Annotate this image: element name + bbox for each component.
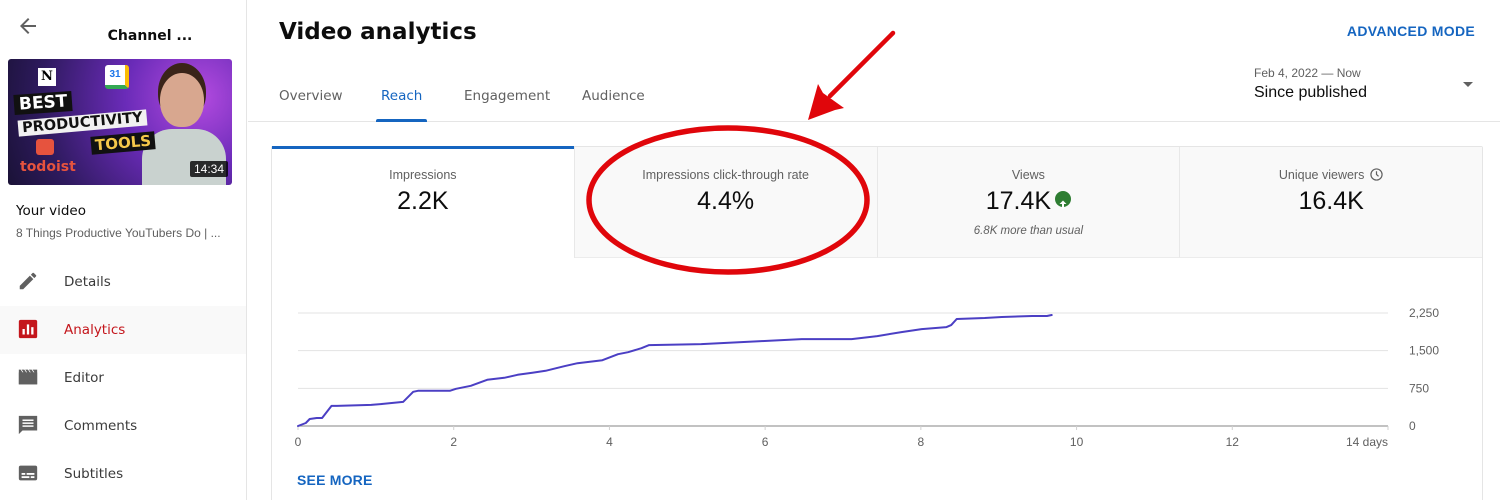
y-tick-label: 1,500 [1409, 344, 1439, 358]
impressions-line-chart: 0 750 1,500 2,250 0 2 4 6 8 10 12 14 days [295, 306, 1440, 449]
date-range-dates: Feb 4, 2022 — Now [1254, 66, 1361, 80]
calendar-logo: 31 [105, 65, 129, 89]
trend-up-icon [1055, 191, 1072, 210]
analytics-icon [18, 319, 38, 339]
x-tick-label: 8 [918, 435, 925, 449]
metric-ctr[interactable]: Impressions click-through rate 4.4% [574, 147, 878, 258]
advanced-mode-button[interactable]: ADVANCED MODE [1347, 23, 1475, 39]
comment-icon [18, 415, 38, 435]
page-title: Video analytics [279, 19, 477, 45]
metric-impressions[interactable]: Impressions 2.2K [272, 146, 575, 258]
sidebar-item-details[interactable]: Details [0, 258, 246, 306]
metric-label: Impressions click-through rate [642, 168, 809, 182]
metric-unique-viewers[interactable]: Unique viewers 16.4K [1180, 147, 1482, 258]
x-tick-label: 2 [450, 435, 457, 449]
x-tick-label: 10 [1070, 435, 1084, 449]
tab-engagement[interactable]: Engagement [464, 88, 550, 122]
todoist-icon [36, 139, 54, 155]
metric-value: 4.4% [697, 187, 755, 215]
sidebar-nav: Details Analytics Editor Comments Subtit… [0, 258, 246, 498]
pencil-icon [19, 272, 37, 290]
x-tick-label: 6 [762, 435, 769, 449]
sidebar-item-subtitles[interactable]: Subtitles [0, 450, 246, 498]
clapperboard-icon [18, 369, 38, 385]
video-thumbnail[interactable]: N 31 BEST PRODUCTIVITY TOOLS todoist 14:… [8, 59, 232, 185]
sidebar-item-label: Comments [64, 418, 138, 434]
y-tick-label: 2,250 [1409, 306, 1439, 320]
metric-label: Unique viewers [1278, 168, 1365, 182]
notion-logo: N [38, 68, 56, 86]
metric-value: 17.4K [985, 187, 1052, 215]
metric-value: 2.2K [397, 187, 449, 215]
arrow-back-icon [20, 18, 36, 34]
x-tick-label: 12 [1226, 435, 1240, 449]
clock-icon[interactable] [1370, 168, 1384, 181]
sidebar-item-label: Subtitles [64, 466, 124, 482]
x-tick-label: 0 [295, 435, 302, 449]
sidebar-item-label: Details [64, 274, 111, 290]
dropdown-caret-icon [1463, 82, 1473, 87]
metric-label: Views [1011, 168, 1045, 182]
sidebar-item-label: Editor [64, 370, 104, 386]
sidebar-item-analytics[interactable]: Analytics [0, 306, 246, 354]
metric-views[interactable]: Views 17.4K 6.8K more than usual [877, 147, 1181, 258]
sidebar-item-editor[interactable]: Editor [0, 354, 246, 402]
metric-value: 16.4K [1298, 187, 1364, 215]
subtitles-icon [18, 465, 38, 481]
reach-card: Impressions 2.2K Impressions click-throu… [271, 146, 1483, 500]
sidebar-item-comments[interactable]: Comments [0, 402, 246, 450]
channel-name: Channel ... [107, 28, 193, 44]
date-range-label: Since published [1254, 84, 1367, 101]
metric-note: 6.8K more than usual [973, 225, 1084, 237]
sidebar: Channel ... N 31 BEST PRODUCTIVITY TOOLS… [0, 0, 247, 500]
x-tick-label: 4 [606, 435, 613, 449]
tab-reach[interactable]: Reach [375, 88, 428, 122]
back-button[interactable] [16, 14, 40, 38]
date-range-selector[interactable]: Feb 4, 2022 — Now Since published [1254, 66, 1479, 106]
impressions-series-line [297, 314, 1053, 427]
y-tick-label: 750 [1409, 381, 1429, 395]
sidebar-item-label: Analytics [64, 322, 126, 338]
metric-label: Impressions [389, 168, 457, 182]
y-tick-label: 0 [1409, 419, 1416, 433]
your-video-label: Your video [16, 203, 86, 219]
video-duration: 14:34 [189, 161, 228, 177]
see-more-button[interactable]: SEE MORE [297, 472, 373, 488]
video-title[interactable]: 8 Things Productive YouTubers Do | ... [16, 226, 231, 240]
tab-audience[interactable]: Audience [582, 88, 645, 122]
metric-tabs: Impressions 2.2K Impressions click-throu… [272, 146, 1482, 258]
x-tick-label: 14 days [1346, 435, 1388, 449]
tab-overview[interactable]: Overview [279, 88, 343, 122]
thumbnail-text-brand: todoist [20, 159, 76, 175]
thumbnail-text-best: BEST [13, 90, 74, 116]
